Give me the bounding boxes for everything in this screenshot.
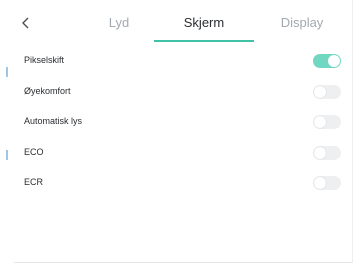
ecr-toggle[interactable] (313, 176, 341, 190)
active-tab-indicator (154, 40, 254, 42)
edge-marker (6, 150, 8, 160)
setting-row-eco: ECO (24, 144, 342, 166)
toggle-knob (314, 116, 326, 128)
toggle-knob (314, 147, 326, 159)
toggle-knob (328, 55, 340, 67)
toggle-knob (314, 177, 326, 189)
setting-label: Øyekomfort (24, 86, 71, 96)
pikselskift-toggle[interactable] (313, 54, 341, 68)
tab-lyd[interactable]: Lyd (74, 0, 164, 44)
oyekomfort-toggle[interactable] (313, 85, 341, 99)
setting-label: Pikselskift (24, 55, 65, 65)
tab-display[interactable]: Display (257, 0, 347, 44)
settings-panel: Lyd Skjerm Display Pikselskift Øyekomfor… (14, 0, 353, 263)
setting-label: Automatisk lys (24, 116, 83, 126)
automatisk-lys-toggle[interactable] (313, 115, 341, 129)
setting-row-ecr: ECR (24, 174, 342, 196)
setting-row-oyekomfort: Øyekomfort (24, 83, 342, 105)
setting-label: ECO (24, 147, 44, 157)
toggle-knob (314, 86, 326, 98)
app-frame: Lyd Skjerm Display Pikselskift Øyekomfor… (0, 0, 356, 265)
setting-row-pikselskift: Pikselskift (24, 52, 342, 74)
setting-row-automatisk-lys: Automatisk lys (24, 113, 342, 135)
eco-toggle[interactable] (313, 146, 341, 160)
tab-skjerm[interactable]: Skjerm (159, 0, 249, 44)
back-button[interactable] (17, 12, 35, 34)
edge-marker (6, 67, 8, 77)
setting-label: ECR (24, 177, 44, 187)
chevron-left-icon (22, 17, 29, 29)
tab-bar: Lyd Skjerm Display (14, 0, 352, 44)
